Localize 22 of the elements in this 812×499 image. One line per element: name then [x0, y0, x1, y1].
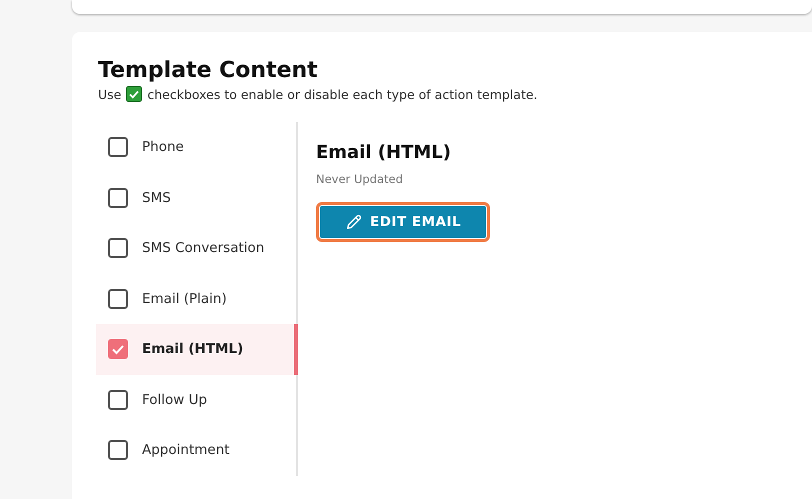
detail-title: Email (HTML) [316, 142, 452, 163]
checkmark-icon [126, 86, 142, 102]
template-item[interactable]: Email (Plain) [96, 274, 296, 324]
edit-email-button[interactable]: EDIT EMAIL [316, 202, 490, 242]
template-item[interactable]: Email (HTML) [96, 324, 298, 374]
checkbox[interactable] [108, 390, 128, 410]
template-item[interactable]: Follow Up [96, 374, 296, 425]
template-item[interactable]: SMS Conversation [96, 223, 296, 274]
checkbox[interactable] [108, 238, 128, 258]
template-item[interactable]: Appointment [96, 425, 296, 476]
checkbox[interactable] [108, 339, 128, 360]
hint-text: Use [98, 86, 122, 102]
checkbox[interactable] [108, 288, 128, 309]
checkbox[interactable] [108, 188, 128, 208]
template-item[interactable]: SMS [96, 172, 296, 223]
checkbox[interactable] [108, 137, 128, 158]
hint-text: checkboxes to enable or disable each type of action template. [147, 86, 538, 102]
section-title: Template Content [98, 58, 319, 83]
updated-text: Never Updated [316, 172, 404, 186]
template-item[interactable]: Phone [96, 122, 296, 172]
pencil-icon [345, 213, 363, 231]
checkbox[interactable] [108, 440, 128, 460]
